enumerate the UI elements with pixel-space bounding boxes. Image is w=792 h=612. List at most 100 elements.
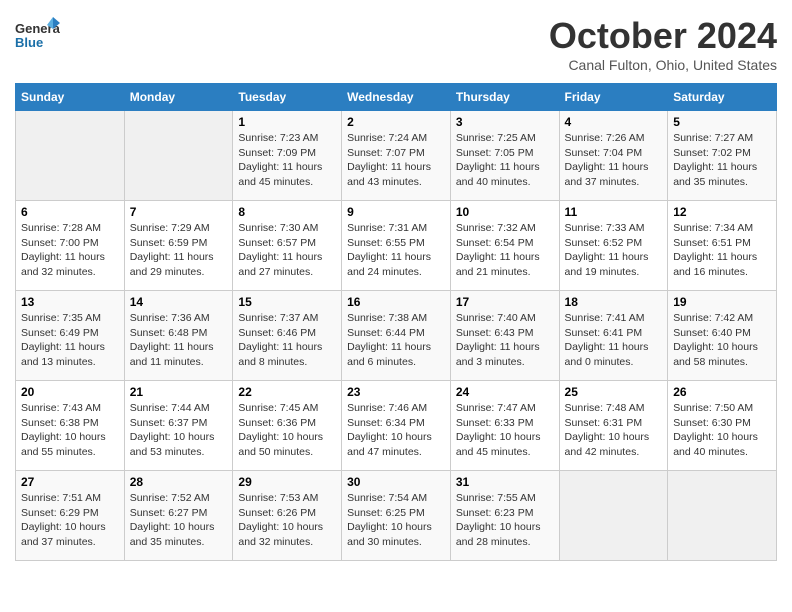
weekday-header: Thursday	[450, 84, 559, 111]
day-number: 12	[673, 205, 771, 219]
calendar-day: 25Sunrise: 7:48 AM Sunset: 6:31 PM Dayli…	[559, 381, 668, 471]
weekday-header: Friday	[559, 84, 668, 111]
day-number: 27	[21, 475, 119, 489]
day-info: Sunrise: 7:31 AM Sunset: 6:55 PM Dayligh…	[347, 221, 445, 280]
day-number: 3	[456, 115, 554, 129]
calendar-day	[559, 471, 668, 561]
calendar-day: 21Sunrise: 7:44 AM Sunset: 6:37 PM Dayli…	[124, 381, 233, 471]
calendar-day: 29Sunrise: 7:53 AM Sunset: 6:26 PM Dayli…	[233, 471, 342, 561]
logo: General Blue	[15, 15, 60, 55]
day-number: 22	[238, 385, 336, 399]
calendar-week-row: 6Sunrise: 7:28 AM Sunset: 7:00 PM Daylig…	[16, 201, 777, 291]
day-number: 5	[673, 115, 771, 129]
calendar-day: 16 Sunrise: 7:38 AM Sunset: 6:44 PM Dayli…	[342, 291, 451, 381]
day-info: Sunrise: 7:47 AM Sunset: 6:33 PM Dayligh…	[456, 401, 554, 460]
location: Canal Fulton, Ohio, United States	[549, 57, 777, 73]
svg-text:Blue: Blue	[15, 35, 43, 50]
day-info: Sunrise: 7:37 AM Sunset: 6:46 PM Dayligh…	[238, 311, 336, 370]
calendar-day: 15Sunrise: 7:37 AM Sunset: 6:46 PM Dayli…	[233, 291, 342, 381]
day-number: 31	[456, 475, 554, 489]
day-info: Sunrise: 7:55 AM Sunset: 6:23 PM Dayligh…	[456, 491, 554, 550]
day-number: 17	[456, 295, 554, 309]
day-number: 28	[130, 475, 228, 489]
calendar-day: 10Sunrise: 7:32 AM Sunset: 6:54 PM Dayli…	[450, 201, 559, 291]
calendar-day: 3Sunrise: 7:25 AM Sunset: 7:05 PM Daylig…	[450, 111, 559, 201]
day-info: Sunrise: 7:54 AM Sunset: 6:25 PM Dayligh…	[347, 491, 445, 550]
calendar-day	[16, 111, 125, 201]
day-number: 24	[456, 385, 554, 399]
day-number: 16	[347, 295, 445, 309]
calendar-day: 11 Sunrise: 7:33 AM Sunset: 6:52 PM Dayli…	[559, 201, 668, 291]
day-info: Sunrise: 7:29 AM Sunset: 6:59 PM Dayligh…	[130, 221, 228, 280]
calendar-day	[124, 111, 233, 201]
calendar-day: 8 Sunrise: 7:30 AM Sunset: 6:57 PM Daylig…	[233, 201, 342, 291]
calendar-header: SundayMondayTuesdayWednesdayThursdayFrid…	[16, 84, 777, 111]
day-info: Sunrise: 7:35 AM Sunset: 6:49 PM Dayligh…	[21, 311, 119, 370]
month-title: October 2024	[549, 15, 777, 57]
calendar-day: 12 Sunrise: 7:34 AM Sunset: 6:51 PM Dayli…	[668, 201, 777, 291]
calendar-day: 17 Sunrise: 7:40 AM Sunset: 6:43 PM Dayli…	[450, 291, 559, 381]
calendar-day: 28 Sunrise: 7:52 AM Sunset: 6:27 PM Dayli…	[124, 471, 233, 561]
day-number: 9	[347, 205, 445, 219]
calendar-day: 6Sunrise: 7:28 AM Sunset: 7:00 PM Daylig…	[16, 201, 125, 291]
calendar-day: 26 Sunrise: 7:50 AM Sunset: 6:30 PM Dayli…	[668, 381, 777, 471]
day-number: 7	[130, 205, 228, 219]
calendar-day: 9 Sunrise: 7:31 AM Sunset: 6:55 PM Daylig…	[342, 201, 451, 291]
weekday-header: Sunday	[16, 84, 125, 111]
calendar-day: 19 Sunrise: 7:42 AM Sunset: 6:40 PM Dayli…	[668, 291, 777, 381]
day-number: 30	[347, 475, 445, 489]
calendar-day: 20Sunrise: 7:43 AM Sunset: 6:38 PM Dayli…	[16, 381, 125, 471]
page-header: General Blue October 2024 Canal Fulton, …	[15, 15, 777, 73]
weekday-header: Tuesday	[233, 84, 342, 111]
day-info: Sunrise: 7:33 AM Sunset: 6:52 PM Dayligh…	[565, 221, 663, 280]
day-info: Sunrise: 7:42 AM Sunset: 6:40 PM Dayligh…	[673, 311, 771, 370]
calendar-day: 22 Sunrise: 7:45 AM Sunset: 6:36 PM Dayli…	[233, 381, 342, 471]
day-info: Sunrise: 7:36 AM Sunset: 6:48 PM Dayligh…	[130, 311, 228, 370]
day-number: 2	[347, 115, 445, 129]
day-info: Sunrise: 7:41 AM Sunset: 6:41 PM Dayligh…	[565, 311, 663, 370]
day-number: 14	[130, 295, 228, 309]
day-number: 19	[673, 295, 771, 309]
calendar-day: 30 Sunrise: 7:54 AM Sunset: 6:25 PM Dayli…	[342, 471, 451, 561]
calendar-day	[668, 471, 777, 561]
calendar-day: 27 Sunrise: 7:51 AM Sunset: 6:29 PM Dayli…	[16, 471, 125, 561]
day-info: Sunrise: 7:23 AM Sunset: 7:09 PM Dayligh…	[238, 131, 336, 190]
calendar-day: 1 Sunrise: 7:23 AM Sunset: 7:09 PM Daylig…	[233, 111, 342, 201]
calendar-week-row: 27 Sunrise: 7:51 AM Sunset: 6:29 PM Dayli…	[16, 471, 777, 561]
day-info: Sunrise: 7:30 AM Sunset: 6:57 PM Dayligh…	[238, 221, 336, 280]
day-info: Sunrise: 7:24 AM Sunset: 7:07 PM Dayligh…	[347, 131, 445, 190]
day-info: Sunrise: 7:32 AM Sunset: 6:54 PM Dayligh…	[456, 221, 554, 280]
day-info: Sunrise: 7:40 AM Sunset: 6:43 PM Dayligh…	[456, 311, 554, 370]
day-number: 26	[673, 385, 771, 399]
day-info: Sunrise: 7:45 AM Sunset: 6:36 PM Dayligh…	[238, 401, 336, 460]
calendar-day: 13Sunrise: 7:35 AM Sunset: 6:49 PM Dayli…	[16, 291, 125, 381]
calendar-week-row: 20Sunrise: 7:43 AM Sunset: 6:38 PM Dayli…	[16, 381, 777, 471]
day-info: Sunrise: 7:51 AM Sunset: 6:29 PM Dayligh…	[21, 491, 119, 550]
day-info: Sunrise: 7:50 AM Sunset: 6:30 PM Dayligh…	[673, 401, 771, 460]
day-number: 11	[565, 205, 663, 219]
day-info: Sunrise: 7:53 AM Sunset: 6:26 PM Dayligh…	[238, 491, 336, 550]
day-info: Sunrise: 7:48 AM Sunset: 6:31 PM Dayligh…	[565, 401, 663, 460]
day-info: Sunrise: 7:46 AM Sunset: 6:34 PM Dayligh…	[347, 401, 445, 460]
calendar-day: 7 Sunrise: 7:29 AM Sunset: 6:59 PM Daylig…	[124, 201, 233, 291]
day-number: 1	[238, 115, 336, 129]
calendar-body: 1 Sunrise: 7:23 AM Sunset: 7:09 PM Daylig…	[16, 111, 777, 561]
day-info: Sunrise: 7:52 AM Sunset: 6:27 PM Dayligh…	[130, 491, 228, 550]
calendar-day: 31 Sunrise: 7:55 AM Sunset: 6:23 PM Dayli…	[450, 471, 559, 561]
day-number: 21	[130, 385, 228, 399]
day-number: 4	[565, 115, 663, 129]
calendar-week-row: 13Sunrise: 7:35 AM Sunset: 6:49 PM Dayli…	[16, 291, 777, 381]
weekday-header: Saturday	[668, 84, 777, 111]
day-info: Sunrise: 7:43 AM Sunset: 6:38 PM Dayligh…	[21, 401, 119, 460]
weekday-header: Wednesday	[342, 84, 451, 111]
calendar-day: 14 Sunrise: 7:36 AM Sunset: 6:48 PM Dayli…	[124, 291, 233, 381]
day-info: Sunrise: 7:38 AM Sunset: 6:44 PM Dayligh…	[347, 311, 445, 370]
day-number: 6	[21, 205, 119, 219]
day-number: 8	[238, 205, 336, 219]
title-block: October 2024 Canal Fulton, Ohio, United …	[549, 15, 777, 73]
calendar-day: 24 Sunrise: 7:47 AM Sunset: 6:33 PM Dayli…	[450, 381, 559, 471]
day-info: Sunrise: 7:26 AM Sunset: 7:04 PM Dayligh…	[565, 131, 663, 190]
day-info: Sunrise: 7:34 AM Sunset: 6:51 PM Dayligh…	[673, 221, 771, 280]
day-info: Sunrise: 7:27 AM Sunset: 7:02 PM Dayligh…	[673, 131, 771, 190]
calendar-table: SundayMondayTuesdayWednesdayThursdayFrid…	[15, 83, 777, 561]
